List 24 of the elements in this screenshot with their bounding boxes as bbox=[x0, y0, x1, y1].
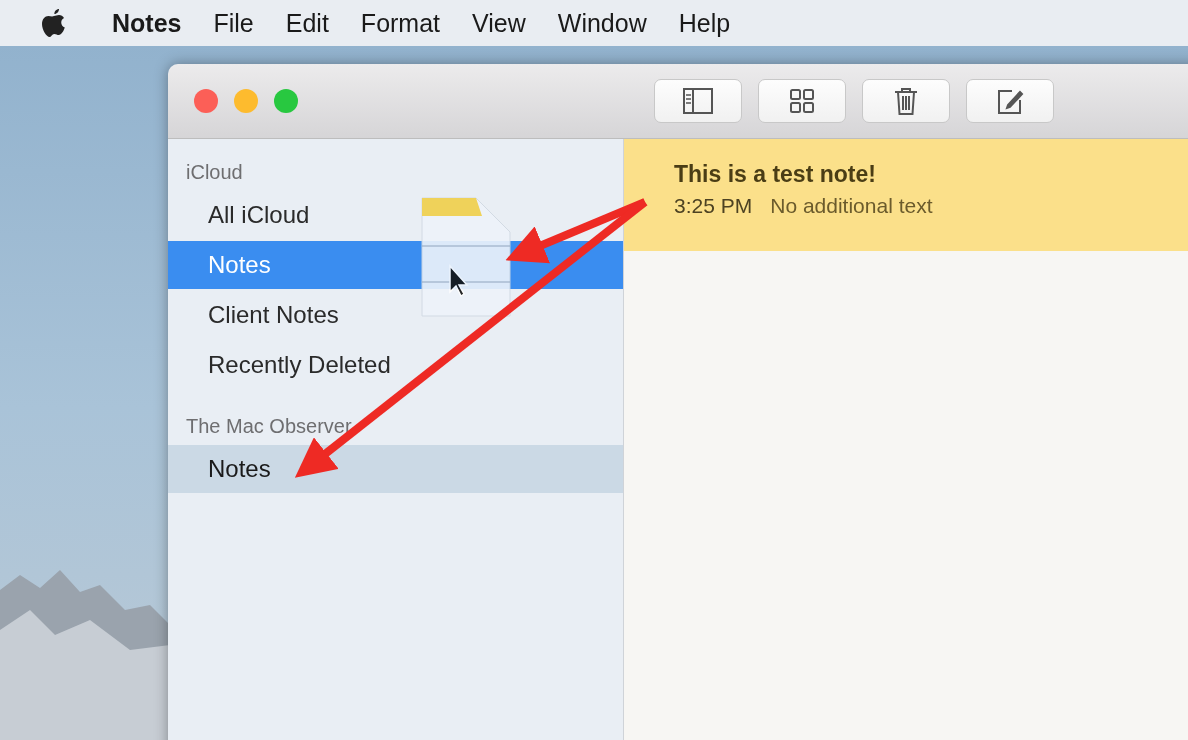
note-preview: No additional text bbox=[770, 194, 933, 218]
toolbar-button[interactable] bbox=[758, 79, 846, 123]
sidebar-toggle-icon bbox=[682, 86, 714, 116]
menu-item[interactable]: File bbox=[199, 4, 268, 42]
folder-item[interactable]: Recently Deleted bbox=[168, 341, 623, 389]
menu-item[interactable]: Window bbox=[543, 4, 661, 42]
toolbar-button[interactable] bbox=[862, 79, 950, 123]
section-header: iCloud bbox=[185, 159, 244, 185]
toolbar-button[interactable] bbox=[654, 79, 742, 123]
toolbar-button[interactable] bbox=[966, 79, 1054, 123]
menu-item[interactable]: Format bbox=[346, 4, 455, 42]
folder-item[interactable]: Client Notes bbox=[168, 291, 623, 339]
menu-item[interactable]: View bbox=[458, 4, 540, 42]
menu-item[interactable]: Notes bbox=[98, 4, 196, 42]
menu-item[interactable]: Edit bbox=[271, 4, 343, 42]
note-title: This is a test note! bbox=[674, 161, 877, 188]
note-time: 3:25 PM bbox=[674, 194, 753, 218]
section-header: The Mac Observer bbox=[185, 413, 353, 439]
dragged-note-icon bbox=[420, 196, 512, 318]
note-item[interactable]: This is a test note! 3:25 PM No additional text bbox=[624, 139, 1188, 251]
apple-logo-icon[interactable] bbox=[40, 7, 68, 39]
menu-item[interactable]: Help bbox=[664, 4, 745, 42]
folder-item[interactable]: Notes bbox=[168, 445, 623, 493]
folder-item[interactable]: All iCloud bbox=[168, 191, 623, 239]
